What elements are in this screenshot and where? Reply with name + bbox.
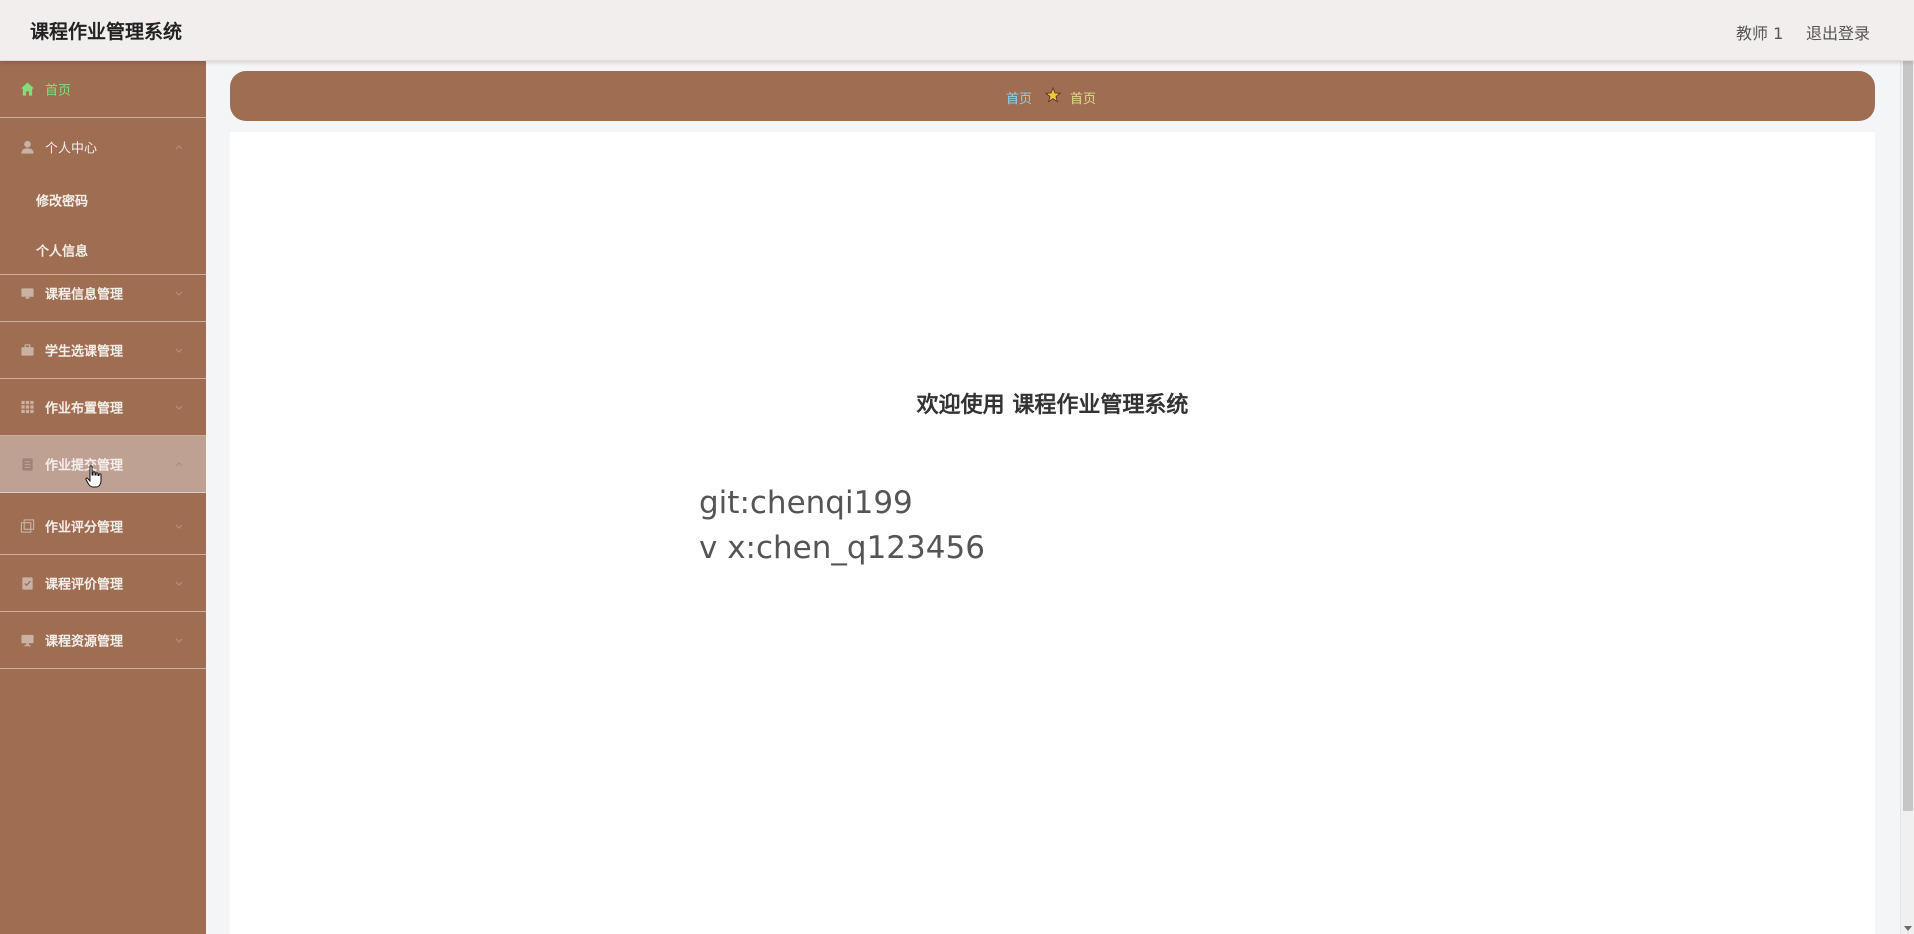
star-icon [1045, 87, 1061, 103]
desktop-icon [21, 634, 34, 647]
sidebar-item-course-evaluation-label: 课程评价管理 [45, 577, 124, 593]
sidebar-item-course-evaluation[interactable]: 课程评价管理 [0, 555, 206, 612]
sidebar-item-course-info[interactable]: 课程信息管理 [0, 265, 206, 322]
user-icon [21, 140, 34, 154]
sidebar-item-home-label: 首页 [45, 83, 72, 99]
monitor-icon [21, 288, 34, 299]
breadcrumb: 首页 首页 [230, 71, 1875, 121]
scrollbar-thumb[interactable] [1903, 61, 1913, 811]
copy-icon [20, 519, 35, 533]
logout-button[interactable]: 退出登录 [1806, 20, 1870, 44]
sidebar-item-course-info-label: 课程信息管理 [45, 287, 124, 303]
chevron-down-icon [175, 638, 183, 643]
sidebar-subitem-change-password-label: 修改密码 [36, 194, 89, 210]
chevron-up-icon [175, 462, 183, 467]
home-icon [20, 82, 35, 96]
sidebar-item-personal-center-label: 个人中心 [45, 141, 98, 156]
sidebar-item-course-resources[interactable]: 课程资源管理 [0, 612, 206, 669]
sidebar-subitem-change-password[interactable]: 修改密码 [0, 175, 206, 225]
sidebar-item-assignment-grading[interactable]: 作业评分管理 [0, 498, 206, 555]
git-info-text: git:chenqi199 [699, 485, 913, 521]
checklist-icon [22, 577, 33, 590]
sidebar-item-course-selection-label: 学生选课管理 [45, 344, 124, 360]
sidebar-item-assignment-publish[interactable]: 作业布置管理 [0, 379, 206, 436]
scroll-down-arrow-icon[interactable] [1904, 926, 1912, 931]
chevron-down-icon [175, 405, 183, 410]
grid-icon [21, 400, 34, 414]
sidebar-item-home[interactable]: 首页 [0, 61, 206, 118]
sidebar-item-assignment-grading-label: 作业评分管理 [45, 520, 124, 536]
welcome-heading: 欢迎使用 课程作业管理系统 [916, 393, 1189, 418]
breadcrumb-home-link[interactable]: 首页 [1006, 88, 1032, 107]
sidebar: 首页 个人中心 修改密码 个人信息 课程信息管理 学生选课管理 作业布置管理 作… [0, 61, 206, 934]
chevron-down-icon [175, 581, 183, 586]
app-title: 课程作业管理系统 [30, 21, 183, 43]
hand-cursor-icon [85, 465, 102, 488]
page-scrollbar[interactable] [1900, 61, 1914, 934]
sidebar-item-personal-center[interactable]: 个人中心 [0, 118, 206, 175]
sidebar-item-course-resources-label: 课程资源管理 [45, 634, 124, 650]
chevron-down-icon [175, 524, 183, 529]
contact-info-text: v x:chen_q123456 [699, 530, 985, 566]
sidebar-item-assignment-publish-label: 作业布置管理 [45, 401, 124, 417]
current-user: 教师 1 [1736, 24, 1784, 43]
top-bar: 课程作业管理系统 教师 1 退出登录 [0, 0, 1914, 61]
breadcrumb-current: 首页 [1070, 92, 1097, 107]
chevron-down-icon [175, 348, 183, 353]
chevron-down-icon [175, 291, 183, 296]
sidebar-item-assignment-submit-label: 作业提交管理 [45, 458, 124, 474]
sidebar-subitem-personal-info-label: 个人信息 [36, 244, 89, 259]
briefcase-icon [21, 344, 34, 356]
clipboard-icon [22, 458, 33, 471]
chevron-up-icon [175, 144, 183, 149]
content-panel: 欢迎使用 课程作业管理系统 git:chenqi199 v x:chen_q12… [230, 132, 1875, 934]
sidebar-item-course-selection[interactable]: 学生选课管理 [0, 322, 206, 379]
sidebar-item-assignment-submit[interactable]: 作业提交管理 [0, 436, 206, 493]
